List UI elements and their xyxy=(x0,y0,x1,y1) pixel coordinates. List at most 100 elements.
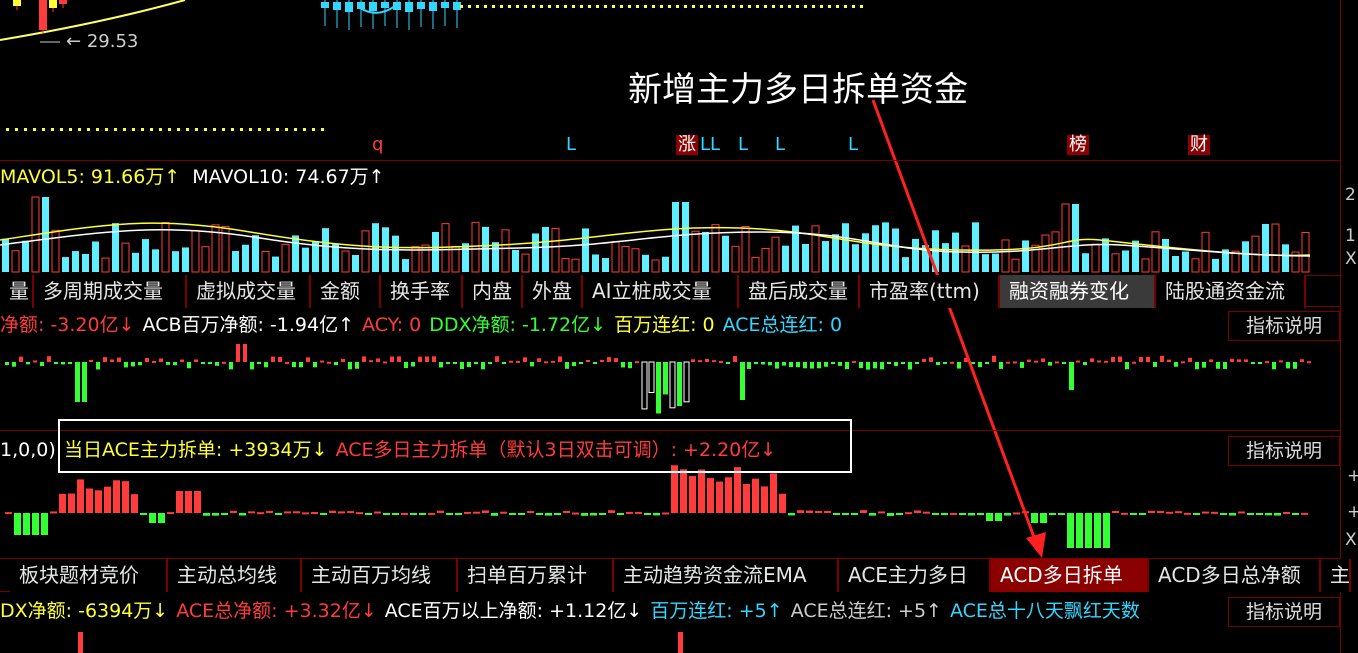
net-flow-bar xyxy=(915,362,919,364)
dotted-line-dot xyxy=(652,5,655,8)
net-flow-bar xyxy=(978,362,982,368)
event-marker-2[interactable]: 涨 xyxy=(676,135,698,155)
net-flow-bar xyxy=(635,361,639,364)
volume-bar xyxy=(751,256,760,273)
volume-bar xyxy=(1111,253,1120,273)
net-flow-bar xyxy=(390,356,394,362)
net-flow-bar xyxy=(1258,362,1262,364)
tab-tabs1-4[interactable]: 换手率 xyxy=(381,275,463,308)
multi-day-split-bar xyxy=(563,510,570,513)
event-marker-3[interactable]: LL xyxy=(700,135,720,155)
dotted-line-dot xyxy=(177,128,180,131)
multi-day-split-bar xyxy=(194,491,201,513)
indicator-explain-button[interactable]: 指标说明 xyxy=(1228,436,1340,466)
volume-bar xyxy=(611,240,620,273)
volume-bar xyxy=(142,239,149,272)
volume-bar xyxy=(152,249,159,272)
dotted-line-dot xyxy=(628,5,631,8)
mavol10-line xyxy=(0,229,1311,257)
multi-day-split-bar xyxy=(1040,513,1047,523)
multi-day-split-bar xyxy=(437,510,444,513)
net-flow-bar xyxy=(250,362,254,370)
net-flow-bar xyxy=(1160,355,1164,362)
event-marker-0[interactable]: q xyxy=(372,135,383,155)
volume-bar xyxy=(982,254,989,272)
dotted-line-dot xyxy=(195,128,198,131)
multi-day-split-bar xyxy=(14,513,21,535)
net-flow-bar xyxy=(1244,359,1248,362)
dotted-line-dot xyxy=(572,5,575,8)
multi-day-split-bar xyxy=(869,513,876,516)
volume-bar xyxy=(521,253,530,273)
net-flow-bar xyxy=(257,362,261,364)
tab-tabs2-8[interactable]: 主 xyxy=(1321,559,1351,592)
indicator-explain-button[interactable]: 指标说明 xyxy=(1228,597,1340,627)
tab-tabs2-2[interactable]: 主动百万均线 xyxy=(302,559,458,592)
candle-body xyxy=(345,2,353,12)
event-marker-1[interactable]: L xyxy=(566,135,576,155)
net-flow-bar xyxy=(817,362,821,369)
tab-tabs1-11[interactable]: 陆股通资金流 xyxy=(1156,275,1306,308)
net-flow-bar xyxy=(1293,362,1297,369)
net-flow-bar xyxy=(1195,362,1199,370)
indicator-tab-bar-bottom: 板块题材竞价 主动总均线 主动百万均线 扫单百万累计 主动趋势资金流EMA ACE主力多日… xyxy=(10,559,1351,592)
dotted-line-dot xyxy=(796,5,799,8)
event-marker-8[interactable]: 财 xyxy=(1188,135,1210,155)
net-flow-bar xyxy=(523,357,527,362)
net-flow-bar xyxy=(1097,360,1101,363)
panel1-value-1: ACB百万净额: -1.94亿↑ xyxy=(142,314,355,336)
tab-tabs2-3[interactable]: 扫单百万累计 xyxy=(458,559,614,592)
multi-day-split-bar xyxy=(203,513,210,516)
net-flow-bar xyxy=(852,361,856,364)
multi-day-split-bar xyxy=(302,512,309,515)
indicator-explain-button[interactable]: 指标说明 xyxy=(1228,311,1340,341)
tab-tabs2-7[interactable]: ACD多日总净额 xyxy=(1149,559,1321,592)
dotted-line-dot xyxy=(692,5,695,8)
tab-tabs1-1[interactable]: 多周期成交量 xyxy=(34,275,187,308)
tab-tabs1-2[interactable]: 虚拟成交量 xyxy=(187,275,311,308)
net-flow-bar xyxy=(278,356,282,362)
candle-body xyxy=(39,0,47,30)
net-flow-bar xyxy=(873,362,877,369)
net-flow-bar xyxy=(369,360,373,363)
net-flow-bar xyxy=(1174,362,1178,367)
tab-tabs2-4[interactable]: 主动趋势资金流EMA xyxy=(614,559,839,592)
volume-bar xyxy=(1011,258,1020,273)
volume-bar xyxy=(542,226,549,272)
tab-tabs1-9[interactable]: 市盈率(ttm) xyxy=(860,275,1000,308)
multi-day-split-bar xyxy=(1076,513,1083,548)
net-flow-bar xyxy=(75,362,80,402)
net-flow-bar xyxy=(236,344,240,362)
event-marker-4[interactable]: L xyxy=(738,135,748,155)
tab-tabs1-6[interactable]: 外盘 xyxy=(523,275,583,308)
tab-tabs2-1[interactable]: 主动总均线 xyxy=(168,559,302,592)
dotted-line-dot xyxy=(844,5,847,8)
dotted-line-dot xyxy=(516,5,519,8)
net-flow-bar xyxy=(1069,362,1074,390)
event-marker-7[interactable]: 榜 xyxy=(1067,135,1089,155)
tab-tabs1-5[interactable]: 内盘 xyxy=(463,275,523,308)
tab-tabs2-5[interactable]: ACE主力多日 xyxy=(839,559,991,592)
net-flow-bar xyxy=(1251,362,1255,365)
net-flow-bar xyxy=(264,362,268,368)
tab-tabs2-0[interactable]: 板块题材竞价 xyxy=(10,559,168,592)
dotted-line-dot xyxy=(60,128,63,131)
event-marker-5[interactable]: L xyxy=(775,135,785,155)
volume-bar xyxy=(711,224,720,273)
multi-day-split-bar xyxy=(419,513,426,515)
tab-tabs1-7[interactable]: AI立桩成交量 xyxy=(583,275,739,308)
tab-tabs1-3[interactable]: 金额 xyxy=(311,275,381,308)
tab-tabs1-8[interactable]: 盘后成交量 xyxy=(739,275,860,308)
multi-day-split-bar xyxy=(1112,510,1119,513)
tab-tabs1-10[interactable]: 融资融券变化 xyxy=(1000,275,1156,308)
multi-day-split-bar xyxy=(1238,511,1245,514)
multi-day-split-bar xyxy=(1031,513,1038,523)
tab-tabs2-6[interactable]: ACD多日拆单 xyxy=(991,559,1149,592)
net-flow-bar xyxy=(474,362,478,364)
candle-body xyxy=(13,0,21,6)
event-marker-6[interactable]: L xyxy=(848,135,858,155)
multi-day-split-bar xyxy=(68,493,75,513)
tab-tabs1-0[interactable]: 量 xyxy=(0,275,34,308)
volume-bar xyxy=(252,235,259,272)
dotted-line-dot xyxy=(804,5,807,8)
